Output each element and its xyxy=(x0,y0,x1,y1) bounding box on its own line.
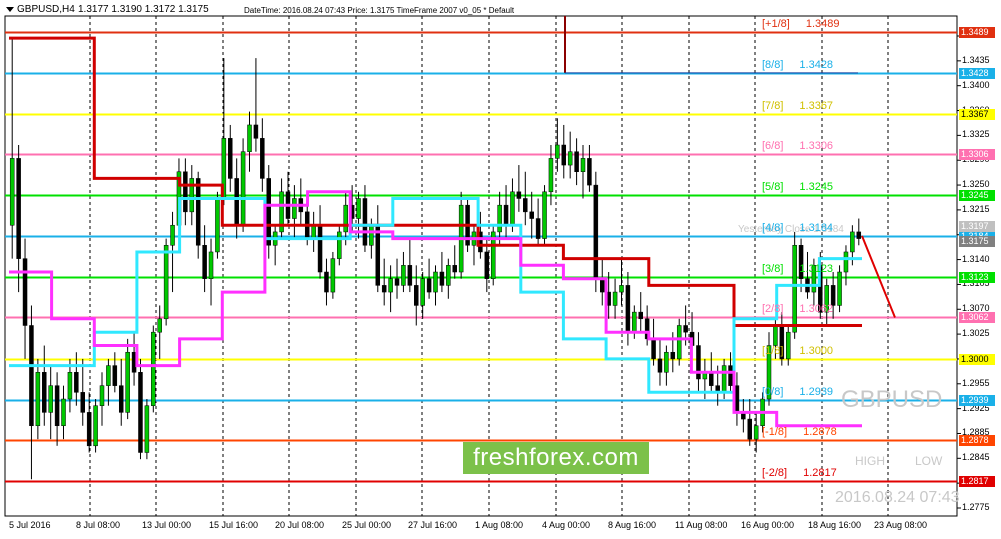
murrey-level-label: [6/8] xyxy=(762,139,784,152)
murrey-level-value: 1.3245 xyxy=(799,180,834,193)
price-level-badge: 1.3306 xyxy=(959,148,995,160)
candle xyxy=(93,399,98,453)
symbol-watermark: GBPUSD xyxy=(841,386,943,413)
high-label: HIGH xyxy=(855,454,885,468)
murrey-level-label: [8/8] xyxy=(762,58,784,71)
y-tick-label: 1.3025 xyxy=(962,328,990,339)
murrey-level-label: [1/8] xyxy=(762,344,784,357)
candle xyxy=(151,325,156,413)
murrey-level-text: [3/8] 1.3123 xyxy=(762,263,833,275)
murrey-level-value: 1.3428 xyxy=(799,58,834,71)
x-tick-label: 18 Aug 16:00 xyxy=(808,520,862,530)
price-level-badge: 1.2939 xyxy=(959,394,995,406)
candle xyxy=(542,185,547,246)
current-price-badge: 1.3175 xyxy=(959,236,995,247)
x-tick-label: 25 Jul 00:00 xyxy=(342,520,392,530)
price-level-badge: 1.3489 xyxy=(959,26,995,38)
murrey-level-label: [4/8] xyxy=(762,221,784,234)
murrey-level-label: [-2/8] xyxy=(762,466,788,479)
murrey-level-label: [+1/8] xyxy=(762,17,790,30)
price-level-badge: 1.3367 xyxy=(959,108,995,120)
price-level-badge: 1.3245 xyxy=(959,189,995,201)
price-level-badge: 1.2878 xyxy=(959,434,995,446)
candle xyxy=(490,225,496,286)
y-tick-label: 1.2775 xyxy=(962,502,990,512)
x-tick-label: 13 Jul 00:00 xyxy=(142,520,192,530)
murrey-level-text: [8/8] 1.3428 xyxy=(762,59,833,71)
y-tick-label: 1.3215 xyxy=(962,203,990,214)
candle xyxy=(330,251,336,299)
x-tick-label: 20 Jul 08:00 xyxy=(275,520,325,530)
price-level-badge: 1.3000 xyxy=(959,353,995,365)
x-tick-label: 23 Aug 08:00 xyxy=(874,520,928,530)
x-tick-label: 8 Jul 08:00 xyxy=(76,520,121,530)
x-tick-label: 27 Jul 16:00 xyxy=(408,520,458,530)
murrey-level-text: [-2/8] 1.2817 xyxy=(762,467,837,479)
indicator-info: DateTime: 2016.08.24 07:43 Price: 1.3175… xyxy=(244,6,515,15)
x-tick-label: 15 Jul 16:00 xyxy=(209,520,259,530)
murrey-level-label: [-1/8] xyxy=(762,425,788,438)
murrey-level-value: 1.3123 xyxy=(799,262,834,275)
murrey-level-value: 1.3000 xyxy=(799,344,834,357)
low-label: LOW xyxy=(915,454,943,468)
symbol-label: GBPUSD,H4 xyxy=(17,4,75,15)
murrey-level-text: [6/8] 1.3306 xyxy=(762,140,833,152)
murrey-level-label: [0/8] xyxy=(762,385,784,398)
y-tick-label: 1.3325 xyxy=(962,129,990,140)
x-tick-label: 8 Aug 16:00 xyxy=(608,520,657,530)
x-tick-label: 16 Aug 00:00 xyxy=(741,520,795,530)
current-price-badge: 1.3197 xyxy=(959,221,995,232)
price-level-badge: 1.3428 xyxy=(959,67,995,79)
price-level-badge: 1.2817 xyxy=(959,475,995,487)
candle xyxy=(593,171,599,293)
candle xyxy=(215,191,220,259)
murrey-level-text: [4/8] 1.3184 xyxy=(762,222,833,234)
ohlc-label: 1.3177 1.3190 1.3172 1.3175 xyxy=(78,4,209,15)
murrey-level-text: [0/8] 1.2939 xyxy=(762,386,833,398)
price-level-badge: 1.3123 xyxy=(959,271,995,283)
murrey-level-label: [3/8] xyxy=(762,262,784,275)
murrey-level-text: [+1/8] 1.3489 xyxy=(762,18,839,30)
murrey-level-text: [2/8] 1.3062 xyxy=(762,303,833,315)
murrey-level-label: [5/8] xyxy=(762,180,784,193)
x-tick-label: 1 Aug 08:00 xyxy=(475,520,524,530)
candle xyxy=(676,318,682,366)
datetime-watermark: 2016.08.24 07:43 xyxy=(835,489,960,506)
y-tick-label: 1.2955 xyxy=(962,377,990,388)
price-level-badge: 1.3062 xyxy=(959,311,995,323)
candle xyxy=(266,165,271,259)
candle xyxy=(240,138,246,232)
murrey-level-text: [7/8] 1.3367 xyxy=(762,100,833,112)
chart-menu-icon[interactable] xyxy=(6,7,14,12)
murrey-level-text: [5/8] 1.3245 xyxy=(762,181,833,193)
candle xyxy=(837,265,842,313)
murrey-level-value: 1.3306 xyxy=(799,139,834,152)
y-tick-label: 1.2845 xyxy=(962,452,990,463)
murrey-level-text: [1/8] 1.3000 xyxy=(762,345,833,357)
murrey-level-value: 1.2817 xyxy=(803,466,837,479)
murrey-level-value: 1.3367 xyxy=(799,99,834,112)
x-tick-label: 11 Aug 08:00 xyxy=(675,520,728,530)
y-tick-label: 1.3400 xyxy=(962,79,990,90)
candle xyxy=(138,358,143,460)
candle xyxy=(144,399,150,460)
y-tick-label: 1.3435 xyxy=(962,54,990,65)
x-tick-label: 4 Aug 00:00 xyxy=(542,520,591,530)
murrey-level-value: 1.3062 xyxy=(799,302,834,315)
x-tick-label: 5 Jul 2016 xyxy=(9,520,51,530)
murrey-level-value: 1.3489 xyxy=(805,17,840,30)
murrey-level-value: 1.3184 xyxy=(799,221,834,234)
murrey-level-label: [2/8] xyxy=(762,302,784,315)
murrey-level-value: 1.2939 xyxy=(799,385,834,398)
freshforex-banner[interactable]: freshforex.com xyxy=(463,442,649,474)
chart-window: GBPUSD,H4 1.3177 1.3190 1.3172 1.3175 Da… xyxy=(0,0,1001,539)
murrey-level-value: 1.2878 xyxy=(803,425,837,438)
murrey-level-text: [-1/8] 1.2878 xyxy=(762,426,837,438)
y-tick-label: 1.3250 xyxy=(962,179,990,190)
y-tick-label: 1.3140 xyxy=(962,253,990,264)
murrey-level-label: [7/8] xyxy=(762,99,784,112)
